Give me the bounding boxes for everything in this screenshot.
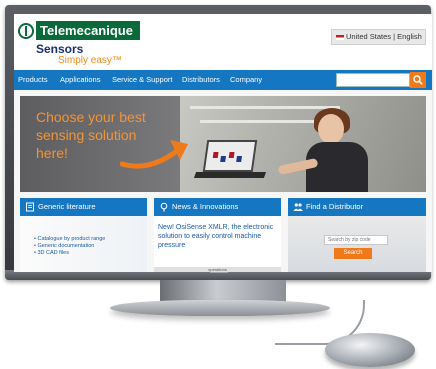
nav-item-products[interactable]: Products — [18, 70, 48, 90]
tagline: Simply easy™ — [58, 55, 122, 66]
document-icon — [26, 202, 34, 212]
search-icon — [413, 75, 423, 85]
monitor-stand-neck — [160, 280, 286, 302]
language-selector[interactable]: United States | English — [331, 29, 426, 45]
browser-viewport: Telemecanique Sensors Simply easy™ Unite… — [14, 14, 432, 272]
arrow-right-icon — [120, 140, 188, 169]
hero-banner[interactable]: Choose your best sensing solution here! — [20, 96, 426, 192]
lightbulb-icon — [160, 202, 168, 212]
literature-panel: Generic literature Catalogue by product … — [20, 198, 147, 272]
people-icon — [293, 203, 303, 211]
nav-item-company[interactable]: Company — [230, 70, 262, 90]
literature-link[interactable]: Generic documentation — [34, 243, 105, 250]
status-bar: operations — [154, 267, 281, 272]
distributor-search-button[interactable]: Search — [334, 248, 372, 259]
language-selector-label: United States | English — [346, 32, 422, 41]
nav-item-applications[interactable]: Applications — [60, 70, 100, 90]
zip-code-input[interactable] — [324, 235, 388, 245]
conveyor-rail — [190, 106, 340, 109]
search-input[interactable] — [336, 73, 410, 87]
nav-item-distributors[interactable]: Distributors — [182, 70, 220, 90]
news-panel: News & Innovations New! OsiSense XMLR, t… — [154, 198, 281, 272]
literature-link[interactable]: Catalogue by product range — [34, 236, 105, 243]
product-showcase: Telemecanique Sensors Simply easy™ Unite… — [0, 0, 436, 369]
distributor-panel-title[interactable]: Find a Distributor — [288, 198, 426, 216]
us-flag-icon — [336, 34, 344, 40]
conveyor-rail — [200, 120, 320, 123]
laptop-image — [202, 140, 258, 172]
news-panel-title[interactable]: News & Innovations — [154, 198, 281, 216]
laptop-screen-graphic — [236, 156, 242, 162]
literature-link[interactable]: 3D CAD files — [34, 250, 105, 257]
product-line-name: Sensors — [36, 42, 84, 56]
computer-mouse — [325, 333, 415, 367]
distributor-panel: Find a Distributor Search — [288, 198, 426, 272]
news-headline-link[interactable]: New! OsiSense XMLR, the electronic solut… — [158, 223, 276, 250]
nav-item-service-support[interactable]: Service & Support — [112, 70, 172, 90]
literature-link-list: Catalogue by product range Generic docum… — [34, 236, 105, 257]
laptop-screen-graphic — [228, 152, 235, 158]
literature-panel-title[interactable]: Generic literature — [20, 198, 147, 216]
laptop-screen-graphic — [220, 156, 226, 162]
laptop-keyboard — [193, 172, 267, 178]
brand-logo[interactable]: Telemecanique — [36, 21, 140, 40]
person-head — [318, 114, 344, 144]
laptop-screen-graphic — [212, 152, 219, 158]
brand-logo-icon[interactable] — [18, 23, 34, 39]
search-button[interactable] — [410, 72, 426, 88]
site-header: Telemecanique Sensors Simply easy™ Unite… — [14, 14, 432, 70]
